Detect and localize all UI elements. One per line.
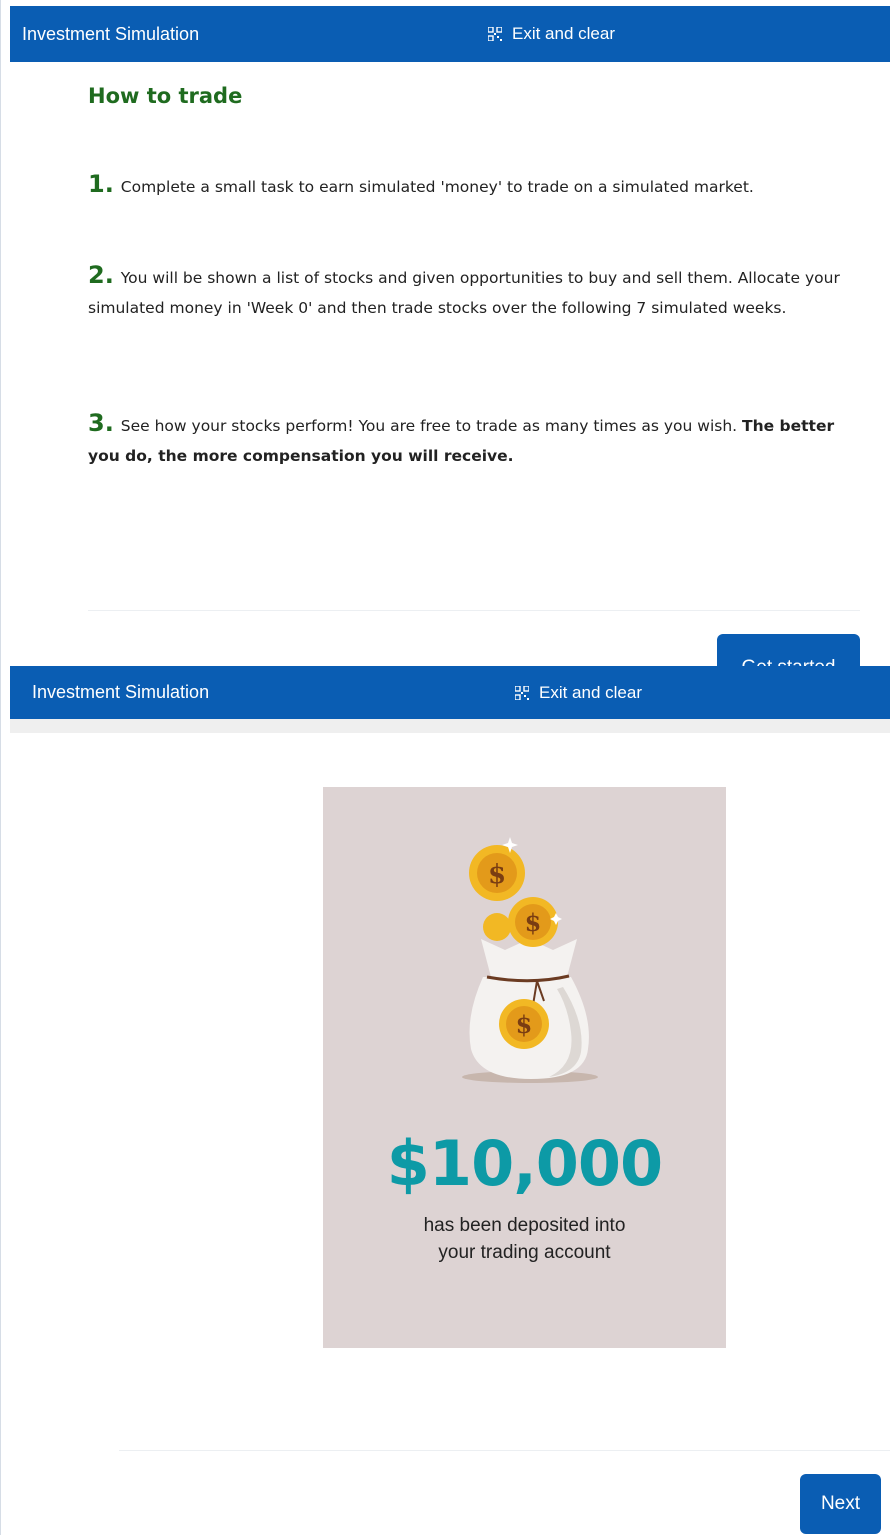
- money-bag-icon: $ $ $: [462, 837, 598, 1083]
- step-2: 2. You will be shown a list of stocks an…: [88, 256, 853, 321]
- step-text: Complete a small task to earn simulated …: [120, 178, 754, 196]
- svg-text:$: $: [516, 1010, 533, 1039]
- app-title: Investment Simulation: [22, 23, 200, 44]
- deposit-amount: $10,000: [386, 1127, 663, 1200]
- page-title: How to trade: [88, 84, 243, 108]
- get-started-button[interactable]: Get started: [717, 634, 860, 668]
- exit-and-clear-label: Exit and clear: [539, 682, 642, 702]
- qr-code-icon: [515, 685, 529, 700]
- svg-text:$: $: [525, 908, 542, 937]
- deposit-screen: Investment Simulation Exit and clear $ $…: [0, 666, 890, 1535]
- step-text: See how your stocks perform! You are fre…: [120, 417, 743, 435]
- step-number: 2.: [88, 261, 114, 289]
- sub-header-strip: [10, 719, 890, 733]
- deposit-message-line-2: your trading account: [438, 1242, 611, 1263]
- how-to-trade-screen: Investment Simulation Exit and clear How…: [0, 0, 890, 668]
- divider: [88, 610, 860, 611]
- step-text: You will be shown a list of stocks and g…: [88, 269, 840, 317]
- deposit-message-line-1: has been deposited into: [423, 1215, 626, 1236]
- top-nav-bar: Investment Simulation Exit and clear: [10, 666, 890, 719]
- exit-and-clear-link[interactable]: Exit and clear: [488, 24, 615, 44]
- exit-and-clear-label: Exit and clear: [512, 24, 615, 43]
- step-3: 3. See how your stocks perform! You are …: [88, 404, 853, 469]
- app-title: Investment Simulation: [32, 682, 210, 702]
- step-number: 1.: [88, 170, 114, 198]
- deposit-card: $ $ $ $10,000 has been deposited into yo…: [323, 787, 726, 1348]
- step-number: 3.: [88, 409, 114, 437]
- top-nav-bar: Investment Simulation Exit and clear: [10, 6, 890, 62]
- exit-and-clear-link[interactable]: Exit and clear: [515, 683, 642, 703]
- step-1: 1. Complete a small task to earn simulat…: [88, 165, 853, 205]
- svg-text:$: $: [488, 860, 506, 890]
- next-button[interactable]: Next: [800, 1474, 881, 1534]
- qr-code-icon: [488, 27, 502, 41]
- divider: [119, 1450, 890, 1451]
